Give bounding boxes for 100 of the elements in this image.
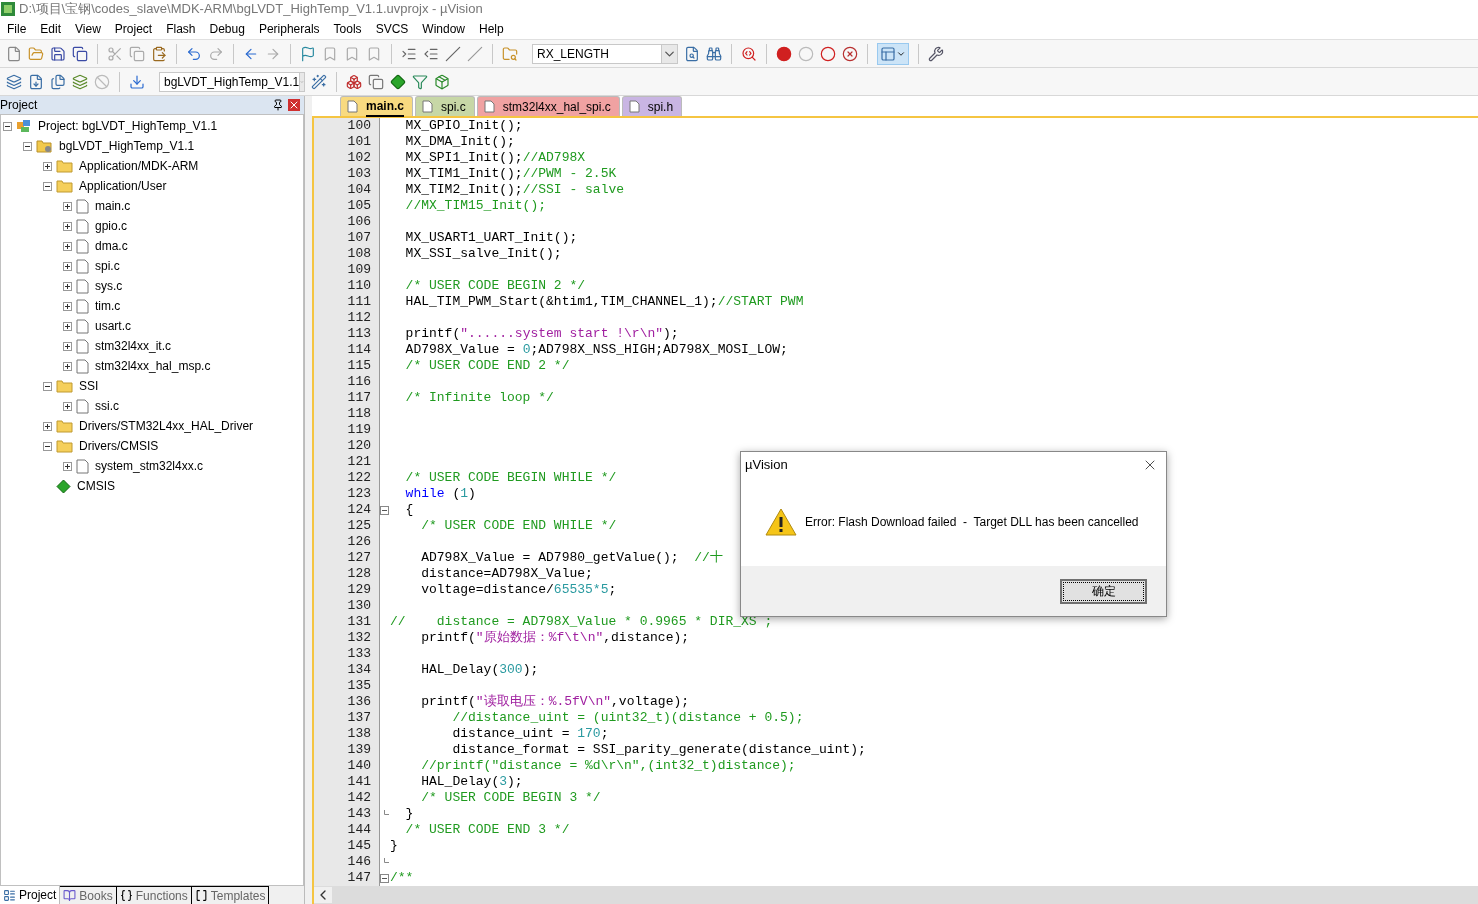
expand-icon[interactable] [63, 401, 72, 411]
tree-item[interactable]: stm32l4xx_hal_msp.c [95, 357, 211, 375]
undo-icon[interactable] [186, 45, 202, 62]
panel-tab[interactable]: Templates [191, 886, 270, 904]
multi-project-icon[interactable] [368, 73, 384, 90]
scroll-left-icon[interactable] [314, 887, 332, 903]
tree-item[interactable]: dma.c [95, 237, 128, 255]
editor-tab[interactable]: stm32l4xx_hal_spi.c [476, 96, 620, 116]
expand-icon[interactable] [63, 261, 72, 271]
line-number: 134 [346, 662, 372, 678]
tree-item[interactable]: spi.c [95, 257, 120, 275]
menu-item[interactable]: View [68, 19, 108, 38]
tree-item[interactable]: Drivers/STM32L4xx_HAL_Driver [79, 417, 254, 435]
window-layout-icon[interactable] [880, 45, 896, 62]
menu-item[interactable]: Edit [33, 19, 69, 38]
tree-item[interactable]: sys.c [95, 277, 123, 295]
menu-item[interactable]: SVCS [368, 19, 416, 38]
expand-icon[interactable] [63, 221, 72, 231]
expand-icon[interactable] [63, 341, 72, 351]
panel-tab[interactable]: Project [0, 886, 61, 904]
tree-item[interactable]: Application/User [79, 177, 167, 195]
line-number: 120 [346, 438, 372, 454]
collapse-icon[interactable] [380, 505, 389, 515]
tree-item[interactable]: SSI [79, 377, 99, 395]
horizontal-scrollbar[interactable] [312, 886, 1478, 904]
line-number: 105 [346, 198, 372, 214]
tree-item[interactable]: system_stm32l4xx.c [95, 457, 204, 475]
menu-item[interactable]: Window [415, 19, 472, 38]
menu-item[interactable]: Help [472, 19, 511, 38]
panel-title: Project [0, 97, 39, 114]
components-icon[interactable] [346, 73, 362, 90]
target-combobox[interactable]: bgLVDT_HighTemp_V1.1 [159, 71, 305, 92]
tree-item[interactable]: Drivers/CMSIS [79, 437, 159, 455]
flag-icon[interactable] [300, 45, 316, 62]
tree-item[interactable]: main.c [95, 197, 131, 215]
save-all-icon[interactable] [72, 45, 88, 62]
collapse-icon[interactable] [43, 181, 52, 191]
delete-breakpoint-icon[interactable] [842, 45, 858, 62]
menu-item[interactable]: Debug [202, 19, 252, 38]
tree-item[interactable]: Project: bgLVDT_HighTemp_V1.1 [38, 117, 218, 135]
tree-item[interactable]: usart.c [95, 317, 131, 335]
menu-item[interactable]: Peripherals [251, 19, 327, 38]
close-icon[interactable] [288, 99, 300, 111]
expand-icon[interactable] [63, 301, 72, 311]
translate-icon[interactable] [6, 73, 22, 90]
breakpoint-icon[interactable] [776, 45, 792, 62]
tree-item[interactable]: tim.c [95, 297, 121, 315]
collapse-icon[interactable] [3, 121, 12, 131]
batch-build-icon[interactable] [72, 73, 88, 90]
menu-item[interactable]: Project [107, 19, 160, 38]
magic-wand-icon[interactable] [311, 73, 327, 90]
panel-tab[interactable]: Books [60, 886, 117, 904]
collapse-icon[interactable] [43, 381, 52, 391]
expand-icon[interactable] [63, 321, 72, 331]
settings-icon[interactable] [928, 45, 944, 62]
collapse-icon[interactable] [23, 141, 32, 151]
pack-installer-icon[interactable] [434, 73, 450, 90]
rebuild-icon[interactable] [50, 73, 66, 90]
editor-tab[interactable]: main.c [340, 96, 413, 116]
breakpoints-icon[interactable] [820, 45, 836, 62]
ok-button[interactable]: 确定 [1060, 578, 1147, 604]
new-file-icon[interactable] [6, 45, 22, 62]
find-combobox[interactable]: RX_LENGTH [532, 43, 678, 64]
menu-item[interactable]: Flash [159, 19, 203, 38]
debug-icon[interactable] [741, 45, 757, 62]
tree-item[interactable]: CMSIS [77, 477, 115, 495]
open-folder-icon[interactable] [28, 45, 44, 62]
tree-item[interactable]: ssi.c [95, 397, 119, 415]
paste-icon[interactable] [151, 45, 167, 62]
save-icon[interactable] [50, 45, 66, 62]
expand-icon[interactable] [63, 241, 72, 251]
diamond-icon[interactable] [390, 73, 406, 90]
editor-tab[interactable]: spi.h [621, 96, 683, 116]
load-icon[interactable] [129, 73, 145, 90]
tree-item[interactable]: bgLVDT_HighTemp_V1.1 [59, 137, 195, 155]
expand-icon[interactable] [63, 281, 72, 291]
build-icon[interactable] [28, 73, 44, 90]
file-icon [76, 398, 89, 414]
expand-icon[interactable] [63, 461, 72, 471]
line-number: 116 [346, 374, 372, 390]
expand-icon[interactable] [43, 161, 52, 171]
find-in-files-icon[interactable] [502, 45, 518, 62]
funnel-icon[interactable] [412, 73, 428, 90]
menu-item[interactable]: File [0, 19, 34, 38]
editor-tab[interactable]: spi.c [415, 96, 475, 116]
expand-icon[interactable] [63, 201, 72, 211]
expand-icon[interactable] [63, 361, 72, 371]
tree-item[interactable]: stm32l4xx_it.c [95, 337, 172, 355]
pin-icon[interactable] [272, 99, 284, 111]
code-line: /** [390, 870, 414, 886]
expand-icon[interactable] [43, 421, 52, 431]
file-icon [76, 278, 89, 294]
binoculars-icon[interactable] [706, 45, 722, 62]
panel-tab[interactable]: Functions [116, 886, 192, 904]
tree-item[interactable]: Application/MDK-ARM [79, 157, 199, 175]
tree-item[interactable]: gpio.c [95, 217, 128, 235]
find-icon[interactable] [684, 45, 700, 62]
collapse-icon[interactable] [380, 873, 389, 883]
collapse-icon[interactable] [43, 441, 52, 451]
menu-item[interactable]: Tools [326, 19, 369, 38]
